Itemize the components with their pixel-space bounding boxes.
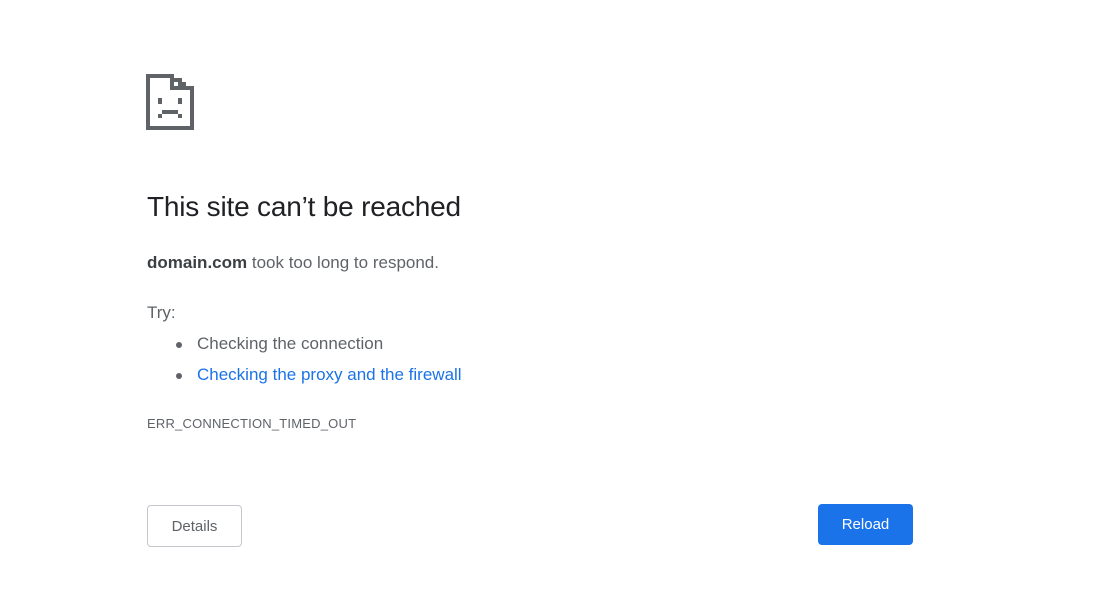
error-message: took too long to respond. bbox=[247, 253, 439, 272]
page-title: This site can’t be reached bbox=[147, 191, 461, 222]
bullet-icon bbox=[176, 342, 182, 348]
reload-button[interactable]: Reload bbox=[818, 504, 913, 545]
try-label: Try: bbox=[147, 303, 176, 322]
suggestions-list: Checking the connection Checking the pro… bbox=[147, 332, 462, 394]
details-button[interactable]: Details bbox=[147, 505, 242, 547]
suggestion-item-connection: Checking the connection bbox=[147, 332, 462, 363]
error-code: ERR_CONNECTION_TIMED_OUT bbox=[147, 416, 357, 431]
bullet-icon bbox=[176, 373, 182, 379]
proxy-firewall-link[interactable]: Checking the proxy and the firewall bbox=[197, 365, 462, 384]
suggestion-item-proxy-firewall: Checking the proxy and the firewall bbox=[147, 363, 462, 394]
sad-page-icon bbox=[146, 74, 194, 130]
error-summary: domain.com took too long to respond. bbox=[147, 253, 439, 273]
suggestion-text: Checking the connection bbox=[197, 334, 384, 353]
domain-name: domain.com bbox=[147, 253, 248, 272]
